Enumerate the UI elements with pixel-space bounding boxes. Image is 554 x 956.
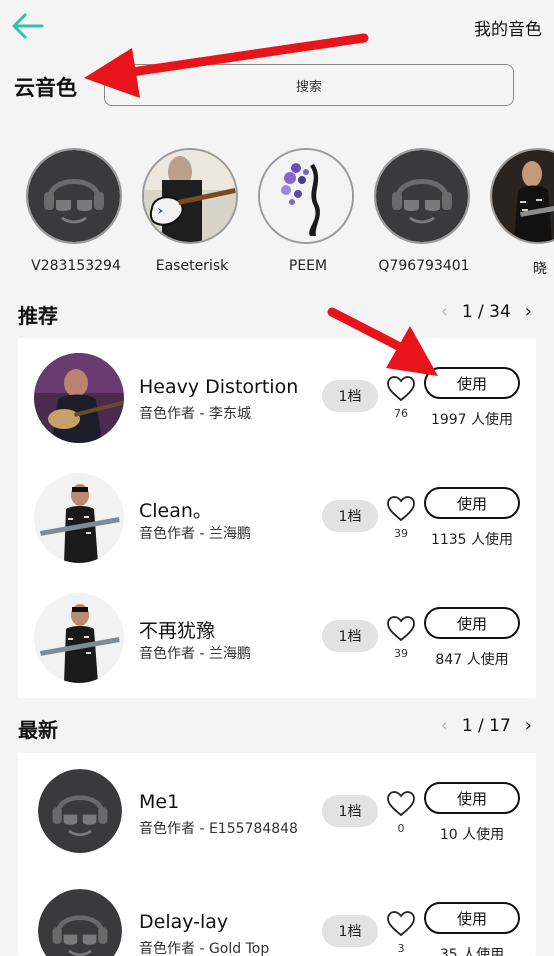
tone-author: 音色作者 - 兰海鹏 (139, 646, 251, 662)
tone-author: 音色作者 - Gold Top (139, 941, 270, 956)
tone-title: Me1 (139, 791, 180, 813)
tone-title: 不再犹豫 (139, 620, 216, 642)
performer-photo-image (34, 353, 124, 443)
tone-author: 音色作者 - 兰海鹏 (139, 526, 251, 542)
default-avatar-icon (28, 150, 120, 242)
use-button[interactable]: 使用 (424, 607, 520, 639)
list-item[interactable]: Heavy Distortion 音色作者 - 李东城 1档 76 使用 199… (18, 338, 536, 458)
search-input[interactable]: 搜索 (104, 64, 514, 106)
heart-icon[interactable] (387, 911, 415, 937)
tone-avatar (34, 353, 124, 443)
use-button[interactable]: 使用 (424, 902, 520, 934)
creator-name: Easeterisk (155, 258, 229, 274)
heart-icon[interactable] (387, 376, 415, 402)
latest-section-title: 最新 (18, 718, 58, 742)
list-item[interactable]: Me1 音色作者 - E155784848 1档 0 使用 10 人使用 (18, 753, 536, 873)
performer-photo-image (34, 473, 124, 563)
recommended-pager: ‹ 1 / 34 › (441, 301, 532, 322)
creator-item[interactable]: V283153294 (18, 144, 134, 280)
user-count: 10 人使用 (439, 827, 505, 843)
next-page-button[interactable]: › (525, 715, 532, 736)
use-button[interactable]: 使用 (424, 367, 520, 399)
guitar-photo-image (144, 150, 236, 242)
tone-author: 音色作者 - 李东城 (139, 406, 251, 422)
my-tones-link[interactable]: 我的音色 (474, 15, 542, 40)
prev-page-button[interactable]: ‹ (441, 301, 448, 322)
use-button[interactable]: 使用 (424, 487, 520, 519)
recommended-section-title: 推荐 (18, 304, 58, 328)
use-button[interactable]: 使用 (424, 782, 520, 814)
like-count: 76 (394, 407, 408, 420)
tone-avatar (38, 769, 122, 853)
tier-badge: 1档 (322, 795, 378, 827)
page-indicator: 1 / 34 (461, 301, 511, 322)
performer-photo-image (34, 593, 124, 683)
latest-list: Me1 音色作者 - E155784848 1档 0 使用 10 人使用 Del… (18, 753, 536, 956)
creator-name: 晓 (533, 261, 547, 277)
recommended-list: Heavy Distortion 音色作者 - 李东城 1档 76 使用 199… (18, 338, 536, 698)
list-item[interactable]: Clean。 音色作者 - 兰海鹏 1档 39 使用 1135 人使用 (18, 458, 536, 578)
next-page-button[interactable]: › (525, 301, 532, 322)
default-avatar-icon (38, 889, 122, 956)
creators-carousel[interactable]: V283153294 Easeterisk PEEM Q796793401 晓 (0, 144, 554, 280)
prev-page-button[interactable]: ‹ (441, 715, 448, 736)
tone-avatar (34, 593, 124, 683)
like-count: 0 (397, 822, 405, 835)
list-item[interactable]: Delay-lay 音色作者 - Gold Top 1档 3 使用 35 人使用 (18, 873, 536, 956)
like-count: 39 (394, 647, 408, 660)
like-count: 3 (397, 942, 405, 955)
tone-title: Delay-lay (139, 911, 229, 933)
creator-name: V283153294 (31, 258, 121, 274)
tone-title: Heavy Distortion (139, 376, 299, 398)
user-count: 847 人使用 (435, 652, 509, 668)
back-button[interactable] (10, 10, 46, 42)
creator-avatar (26, 148, 122, 244)
tier-badge: 1档 (322, 380, 378, 412)
tone-avatar (38, 889, 122, 956)
tone-title: Clean。 (139, 500, 212, 522)
heart-icon[interactable] (387, 791, 415, 817)
tier-badge: 1档 (322, 620, 378, 652)
like-count: 39 (394, 527, 408, 540)
default-avatar-icon (376, 150, 468, 242)
page-title: 云音色 (14, 76, 77, 100)
creator-item[interactable]: Easeterisk (134, 144, 250, 280)
creator-item[interactable]: 晓 (482, 144, 554, 280)
user-count: 1997 人使用 (430, 412, 514, 428)
tone-avatar (34, 473, 124, 563)
user-count: 35 人使用 (439, 947, 505, 956)
creator-avatar (258, 148, 354, 244)
creator-name: PEEM (288, 258, 328, 274)
creator-avatar (374, 148, 470, 244)
creator-avatar (490, 148, 554, 244)
default-avatar-icon (38, 769, 122, 853)
search-placeholder: 搜索 (295, 79, 322, 95)
guitarist-photo-image (492, 150, 554, 242)
page-indicator: 1 / 17 (461, 715, 511, 736)
creator-name: Q796793401 (378, 258, 470, 274)
creator-item[interactable]: Q796793401 (366, 144, 482, 280)
latest-pager: ‹ 1 / 17 › (441, 715, 532, 736)
creator-item[interactable]: PEEM (250, 144, 366, 280)
user-count: 1135 人使用 (430, 532, 514, 548)
heart-icon[interactable] (387, 616, 415, 642)
tier-badge: 1档 (322, 500, 378, 532)
heart-icon[interactable] (387, 496, 415, 522)
list-item[interactable]: 不再犹豫 音色作者 - 兰海鹏 1档 39 使用 847 人使用 (18, 578, 536, 698)
tier-badge: 1档 (322, 915, 378, 947)
butterfly-art-image (260, 150, 352, 242)
back-arrow-icon (12, 13, 44, 39)
tone-author: 音色作者 - E155784848 (139, 821, 298, 837)
creator-avatar (142, 148, 238, 244)
